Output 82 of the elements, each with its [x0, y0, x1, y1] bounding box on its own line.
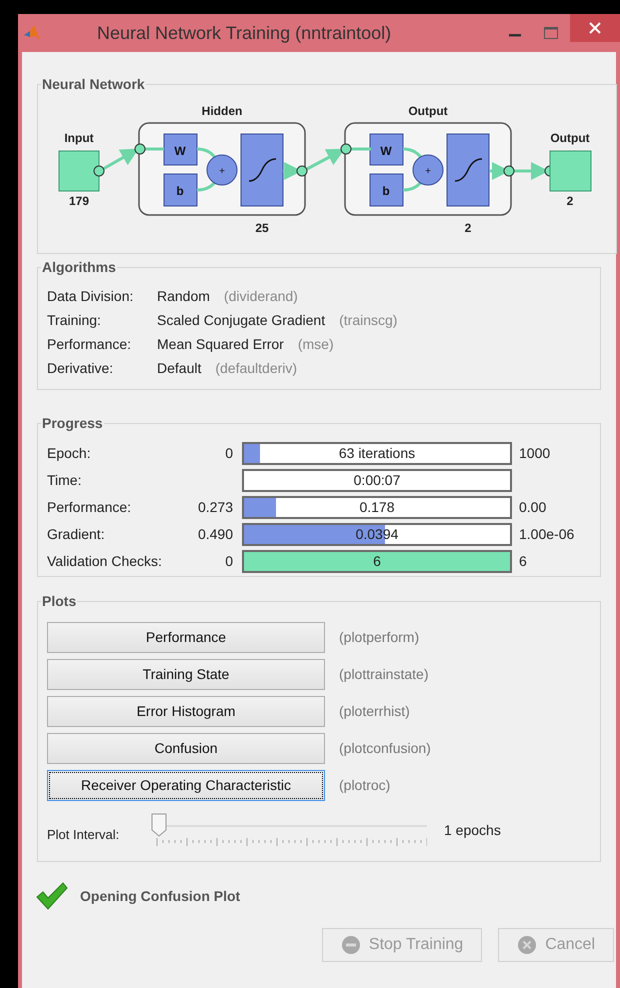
- connector-line: [402, 148, 424, 192]
- interval-slider[interactable]: [151, 813, 427, 847]
- progress-label: Gradient:: [47, 525, 106, 544]
- layer-name: Output: [408, 104, 448, 118]
- progress-text: 63 iterations: [338, 444, 416, 463]
- plot-button[interactable]: Confusion: [47, 733, 325, 764]
- output-size: 2: [566, 194, 574, 208]
- cancel-icon: [517, 935, 538, 955]
- maximize-icon[interactable]: [544, 27, 558, 39]
- plot-interval-value: 1 epochs: [444, 821, 501, 840]
- connector-line: [196, 148, 218, 192]
- connector-node: [296, 166, 308, 176]
- section-title: Plots: [41, 592, 78, 611]
- progress-text: 0.178: [359, 498, 395, 517]
- start-value: 0.490: [198, 525, 233, 544]
- app-logo-icon: [23, 24, 41, 42]
- layer-size: 2: [464, 221, 472, 235]
- start-value: 0.273: [198, 498, 233, 517]
- algorithm-value: Default: [157, 359, 202, 378]
- input-size: 179: [68, 194, 90, 208]
- algorithm-value: Scaled Conjugate Gradient: [157, 311, 326, 330]
- plot-function: (plottrainstate): [339, 665, 428, 684]
- bias-block: b: [164, 174, 198, 206]
- connector-line: [145, 148, 164, 150]
- close-button[interactable]: [570, 14, 620, 42]
- stop-icon: [340, 935, 361, 955]
- plot-function: (plotperform): [339, 628, 420, 647]
- output-block: [550, 150, 592, 192]
- input-block: [58, 150, 100, 192]
- window-title: Neural Network Training (nntraintool): [97, 22, 392, 45]
- plot-function: (ploterrhist): [339, 702, 410, 721]
- algorithm-function: (trainscg): [339, 311, 398, 330]
- algorithm-value: Random: [157, 287, 210, 306]
- algorithm-label: Performance:: [47, 335, 132, 354]
- output-label: Output: [550, 131, 590, 145]
- progress-label: Performance:: [47, 498, 132, 517]
- sum-node: +: [206, 154, 238, 186]
- sum-node: +: [412, 154, 444, 186]
- algorithm-value: Mean Squared Error: [157, 335, 284, 354]
- algorithm-function: (mse): [298, 335, 334, 354]
- plot-button[interactable]: Error Histogram: [47, 696, 325, 727]
- connector-node: [134, 144, 146, 154]
- end-value: 6: [519, 552, 527, 571]
- weight-block: W: [370, 134, 404, 166]
- bias-block: b: [370, 174, 404, 206]
- end-value: 1.00e-06: [519, 525, 574, 544]
- input-label: Input: [64, 131, 94, 145]
- status-message: Opening Confusion Plot: [80, 886, 240, 906]
- weight-block: W: [164, 134, 198, 166]
- section-title: Progress: [41, 414, 104, 433]
- layer-name: Hidden: [202, 104, 242, 118]
- section-title: Neural Network: [41, 75, 146, 94]
- progress-label: Time:: [47, 471, 82, 490]
- algorithm-function: (dividerand): [224, 287, 298, 306]
- progress-label: Epoch:: [47, 444, 92, 463]
- connector-node: [340, 144, 352, 154]
- algorithm-label: Training:: [47, 311, 102, 330]
- connector-line: [351, 148, 371, 150]
- progress-text: 6: [373, 552, 381, 571]
- plot-button[interactable]: Training State: [47, 659, 325, 690]
- start-value: 0: [225, 552, 233, 571]
- plot-function: (plotconfusion): [339, 739, 431, 758]
- progress-label: Validation Checks:: [47, 552, 163, 571]
- checkmark-icon: [36, 882, 68, 910]
- algorithm-label: Data Division:: [47, 287, 134, 306]
- algorithm-label: Derivative:: [47, 359, 114, 378]
- section-title: Algorithms: [41, 258, 117, 277]
- close-icon: [589, 22, 601, 34]
- layer-size: 25: [255, 221, 269, 235]
- plot-function: (plotroc): [339, 776, 390, 795]
- start-value: 0: [225, 444, 233, 463]
- plot-button[interactable]: Receiver Operating Characteristic: [47, 770, 325, 801]
- connector-node: [94, 166, 104, 176]
- connector-arrow: [102, 148, 139, 170]
- connector-node: [504, 166, 514, 176]
- plot-interval-label: Plot Interval:: [47, 826, 120, 844]
- algorithm-function: (defaultderiv): [215, 359, 298, 378]
- end-value: 0.00: [519, 498, 546, 517]
- plot-button[interactable]: Performance: [47, 622, 325, 653]
- slider-thumb[interactable]: [151, 813, 167, 837]
- end-value: 1000: [519, 444, 550, 463]
- connector-arrow: [306, 148, 345, 170]
